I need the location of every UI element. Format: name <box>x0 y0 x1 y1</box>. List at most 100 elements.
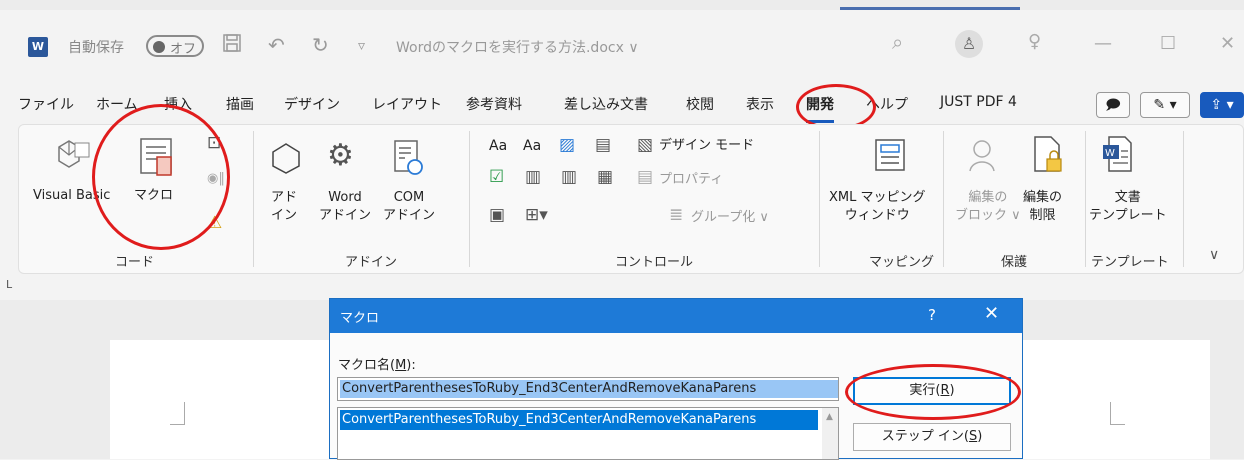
checkbox-control-icon[interactable]: ☑ <box>489 167 504 187</box>
com-addins-button[interactable]: COM アドイン <box>383 189 435 225</box>
word-addins-line1: Word <box>328 190 362 205</box>
group-icon[interactable]: ≣ <box>669 205 683 225</box>
step-into-button[interactable]: ステップ イン(S) <box>853 423 1011 451</box>
macro-name-value: ConvertParenthesesToRuby_End3CenterAndRe… <box>340 380 838 398</box>
scroll-up-icon[interactable]: ▲ <box>826 412 833 422</box>
group-separator <box>1085 131 1086 267</box>
building-block-icon[interactable]: ▤ <box>595 135 611 155</box>
run-label: 実行( <box>909 383 941 398</box>
properties-button[interactable]: プロパティ <box>659 171 723 189</box>
dropdown-list-icon[interactable]: ▥ <box>561 167 577 187</box>
document-template-button[interactable]: 文書 テンプレート <box>1089 189 1167 225</box>
document-template-icon: W <box>1101 135 1135 181</box>
tab-home[interactable]: ホーム <box>96 94 138 114</box>
block-authors-button[interactable]: 編集のブロック ∨ <box>955 189 1021 225</box>
search-icon[interactable]: ⌕ <box>892 30 903 54</box>
tab-view[interactable]: 表示 <box>746 94 774 114</box>
group-separator <box>943 131 944 267</box>
tab-just-pdf[interactable]: JUST PDF 4 <box>940 94 1017 110</box>
autosave-toggle[interactable]: オフ <box>146 35 204 57</box>
tab-developer[interactable]: 開発 <box>806 94 834 123</box>
dialog-titlebar[interactable]: マクロ ? ✕ <box>330 299 1022 333</box>
account-icon[interactable]: ♙ <box>955 30 983 58</box>
xml-mapping-line2: ウィンドウ <box>844 208 910 223</box>
xml-mapping-button[interactable]: XML マッピング ウィンドウ <box>829 189 926 225</box>
step-into-label: ステップ イン( <box>881 429 969 444</box>
ruler: L <box>0 274 1244 300</box>
word-addins-button[interactable]: Word アドイン <box>319 189 371 225</box>
run-button[interactable]: 実行(R) <box>853 377 1011 405</box>
restrict-editing-button[interactable]: 編集の 制限 <box>1023 189 1062 225</box>
addins-button[interactable]: アド イン <box>271 189 297 225</box>
close-icon[interactable]: ✕ <box>1220 33 1235 54</box>
undo-icon[interactable]: ↶ <box>268 33 285 57</box>
macro-security-icon[interactable]: ⚠ <box>207 213 222 233</box>
maximize-icon[interactable]: ☐ <box>1160 33 1176 54</box>
ribbon-tabs: ファイル ホーム 挿入 描画 デザイン レイアウト 参考資料 差し込み文書 校閲… <box>0 88 1244 124</box>
block-authors-line2: ブロック ∨ <box>955 208 1021 223</box>
help-icon[interactable]: ? <box>928 306 936 324</box>
picture-control-icon[interactable]: ▨ <box>559 135 575 155</box>
tab-file[interactable]: ファイル <box>18 94 74 114</box>
tab-design[interactable]: デザイン <box>284 94 340 114</box>
list-item[interactable]: ConvertParenthesesToRuby_End3CenterAndRe… <box>340 410 818 430</box>
visual-basic-button[interactable]: Visual Basic <box>33 187 110 205</box>
rich-text-control[interactable]: Aa <box>489 137 507 155</box>
visual-basic-icon <box>53 137 93 177</box>
lightbulb-icon[interactable]: ♀ <box>1028 31 1041 52</box>
pause-recording-icon[interactable]: ◉‖ <box>207 171 225 186</box>
legacy-tools-icon[interactable]: ⊞▾ <box>525 205 548 225</box>
combo-box-icon[interactable]: ▥ <box>525 167 541 187</box>
tab-draw[interactable]: 描画 <box>226 94 254 114</box>
tab-selector[interactable]: L <box>6 278 12 291</box>
top-accent-line <box>840 7 1020 10</box>
tab-insert[interactable]: 挿入 <box>164 94 192 114</box>
redo-icon[interactable]: ↻ <box>312 33 329 57</box>
save-icon[interactable] <box>222 33 242 58</box>
tab-review[interactable]: 校閲 <box>686 94 714 114</box>
macro-name-input[interactable]: ConvertParenthesesToRuby_End3CenterAndRe… <box>337 377 839 401</box>
top-border <box>0 0 1244 10</box>
collapse-ribbon-icon[interactable]: ∨ <box>1209 247 1219 263</box>
repeating-section-icon[interactable]: ▣ <box>489 205 505 225</box>
design-mode-icon[interactable]: ▧ <box>637 135 653 155</box>
xml-mapping-icon <box>873 137 907 181</box>
mapping-group-label: マッピング <box>869 255 935 270</box>
customize-icon[interactable]: ▿ <box>358 38 365 54</box>
design-mode-button[interactable]: デザイン モード <box>659 137 754 155</box>
document-title[interactable]: Wordのマクロを実行する方法.docx ∨ <box>396 37 639 57</box>
tab-layout[interactable]: レイアウト <box>372 94 442 114</box>
group-separator <box>1183 131 1184 267</box>
ribbon: Visual Basic マクロ ⊡ ◉‖ ⚠ コード アド イン ⚙ Word ア… <box>18 124 1244 274</box>
share-icon[interactable]: ⇪ ▾ <box>1200 92 1244 118</box>
close-icon[interactable]: ✕ <box>984 303 999 324</box>
step-into-key: S <box>968 429 978 444</box>
plain-text-control[interactable]: Aa <box>523 137 541 155</box>
comments-icon[interactable]: 🗩 <box>1096 92 1130 118</box>
word-app-icon[interactable]: W <box>28 37 48 57</box>
controls-group-label: コントロール <box>615 255 694 270</box>
group-separator <box>253 131 254 267</box>
date-picker-icon[interactable]: ▦ <box>597 167 613 187</box>
macro-button[interactable]: マクロ <box>134 187 173 205</box>
restrict-editing-line2: 制限 <box>1029 208 1056 223</box>
tab-help[interactable]: ヘルプ <box>866 94 908 114</box>
autosave-label: 自動保存 <box>68 40 124 56</box>
addins-group-label: アドイン <box>345 255 398 270</box>
properties-icon[interactable]: ▤ <box>637 167 653 187</box>
block-authors-line1: 編集の <box>968 190 1008 205</box>
list-scrollbar[interactable]: ▲ <box>822 408 838 459</box>
editing-icon[interactable]: ✎ ▾ <box>1140 92 1190 118</box>
step-into-label-end: ) <box>977 429 983 444</box>
group-separator <box>819 131 820 267</box>
minimize-icon[interactable]: — <box>1094 33 1112 54</box>
code-group-label: コード <box>115 255 155 270</box>
autosave-state: オフ <box>170 42 197 57</box>
macro-list[interactable]: ConvertParenthesesToRuby_End3CenterAndRe… <box>337 407 839 460</box>
tab-mailings[interactable]: 差し込み文書 <box>564 94 648 114</box>
group-button[interactable]: グループ化 ∨ <box>691 209 769 227</box>
tab-references[interactable]: 参考資料 <box>466 94 522 114</box>
record-macro-icon[interactable]: ⊡ <box>207 133 221 153</box>
restrict-editing-icon <box>1031 135 1065 181</box>
margin-mark-left <box>170 402 185 425</box>
